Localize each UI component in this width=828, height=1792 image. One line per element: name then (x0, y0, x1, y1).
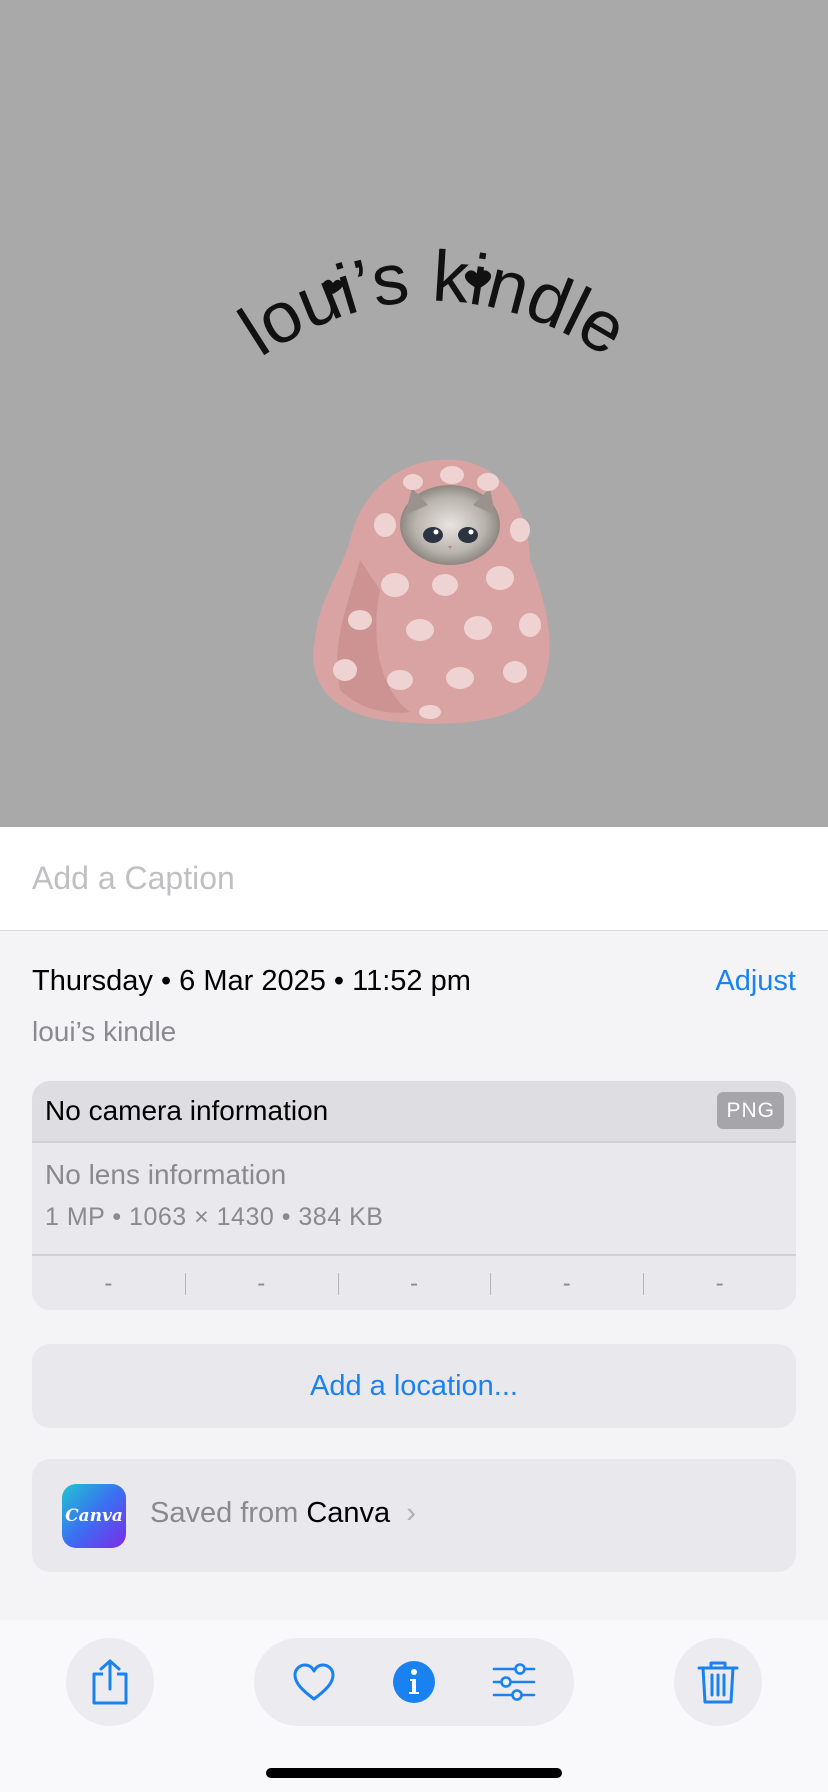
canva-app-icon: Canva (62, 1484, 126, 1548)
adjustments-icon (492, 1663, 536, 1701)
metadata-card: No camera information PNG No lens inform… (32, 1081, 796, 1310)
bottom-toolbar (0, 1620, 828, 1792)
exif-aperture: - (490, 1258, 643, 1310)
share-icon (92, 1659, 128, 1705)
info-button[interactable] (370, 1638, 458, 1726)
exif-row: - - - - - (32, 1258, 796, 1310)
share-button[interactable] (66, 1638, 154, 1726)
saved-from-app: Canva (306, 1497, 391, 1529)
saved-from-prefix: Saved from (150, 1497, 299, 1529)
camera-info: No camera information (45, 1095, 329, 1126)
heart-icon (293, 1663, 335, 1701)
metadata-body: No lens information 1 MP • 1063 × 1430 •… (32, 1143, 796, 1256)
caption-bar (0, 827, 828, 931)
edit-button[interactable] (470, 1638, 558, 1726)
kitten-illustration (313, 459, 550, 724)
info-icon (393, 1661, 435, 1703)
saved-from-row[interactable]: Canva Saved from Canva › (32, 1459, 796, 1572)
image-specs: 1 MP • 1063 × 1430 • 384 KB (45, 1203, 384, 1231)
lens-info: No lens information (45, 1159, 287, 1190)
delete-button[interactable] (674, 1638, 762, 1726)
date-time-label: Thursday • 6 Mar 2025 • 11:52 pm (32, 965, 471, 997)
favorite-button[interactable] (270, 1638, 358, 1726)
adjust-date-button[interactable]: Adjust (715, 965, 796, 998)
action-pill (254, 1638, 574, 1726)
image-subtitle: loui’s kindle (32, 1016, 177, 1047)
chevron-right-icon: › (406, 1497, 416, 1529)
exif-shutter: - (643, 1258, 796, 1310)
photo-title-text: loui’s kindle (226, 237, 640, 372)
trash-icon (697, 1661, 739, 1704)
format-badge: PNG (717, 1092, 784, 1129)
saved-from-text: Saved from Canva › (150, 1497, 416, 1530)
caption-input[interactable] (32, 855, 732, 901)
exif-focal-length: - (184, 1258, 338, 1310)
exif-iso: - (104, 1270, 113, 1297)
metadata-header: No camera information PNG (32, 1081, 796, 1143)
add-location-button[interactable]: Add a location... (32, 1344, 796, 1428)
exif-exposure: - (337, 1258, 491, 1310)
photo-image: loui’s kindle (226, 237, 640, 724)
home-indicator (266, 1768, 562, 1778)
photo-viewer[interactable]: loui’s kindle (0, 0, 828, 827)
